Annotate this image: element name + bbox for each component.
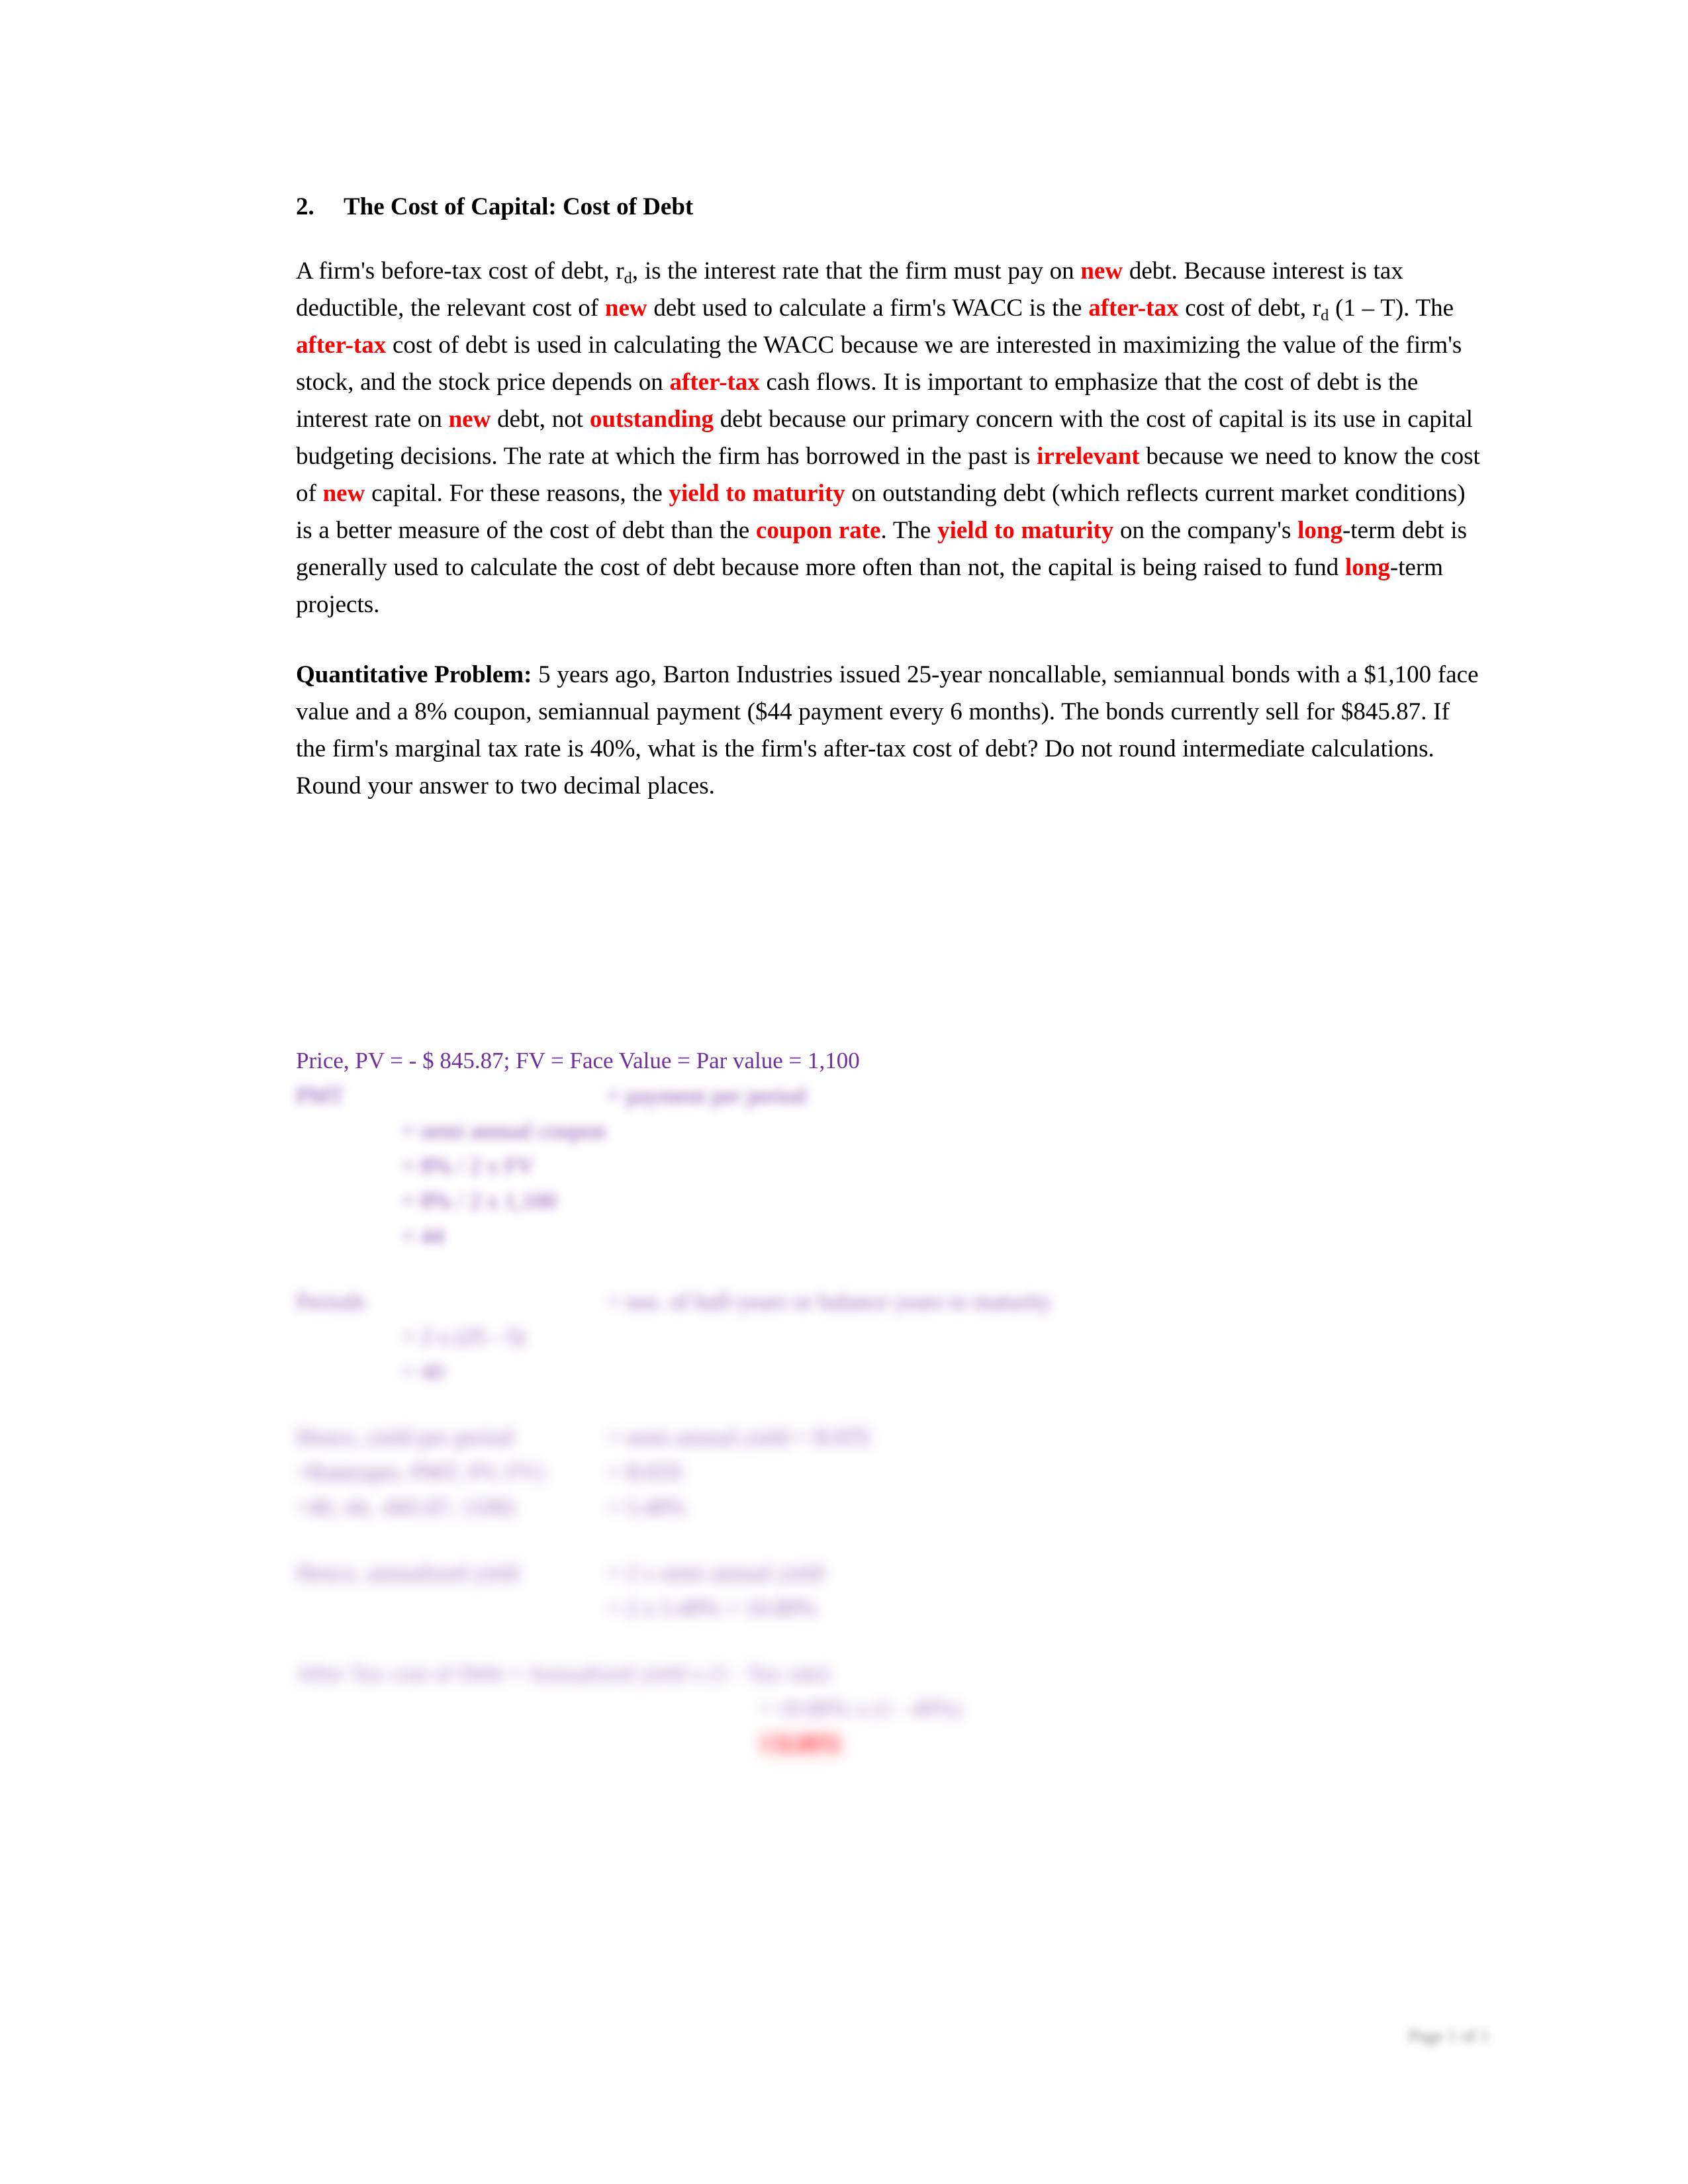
solution-price-line: Price, PV = - $ 845.87; FV = Face Value … bbox=[296, 1048, 860, 1073]
solution-pmt-line-0: = payment per period bbox=[607, 1083, 806, 1109]
solution-pmt-line-3: = 8% / 2 x 1,100 bbox=[402, 1188, 557, 1214]
solution-pmt-line-2: = 8% / 2 x FV bbox=[402, 1153, 534, 1179]
solution-after-tax-line-2: = 10.80% x (1 - 40%) bbox=[759, 1696, 962, 1721]
solution-group-pmt: PMT = payment per period = semi annual c… bbox=[296, 1078, 1487, 1253]
solution-periods-line-2: = 40 bbox=[402, 1359, 444, 1385]
final-answer-value: = 6.48% bbox=[759, 1731, 842, 1756]
solution-periods-label: Periods bbox=[296, 1289, 365, 1314]
heading-title: The Cost of Capital: Cost of Debt bbox=[344, 193, 694, 220]
heading-number: 2. bbox=[296, 193, 314, 220]
solution-pmt-first-row: PMT = payment per period bbox=[296, 1078, 1487, 1113]
solution-rate-right-0: = semi annual yield = RATE bbox=[607, 1424, 872, 1450]
solution-rate-row-0: Hence, yield per period = semi annual yi… bbox=[296, 1420, 1487, 1455]
solution-rate-right-2: = 5.40% bbox=[607, 1494, 686, 1520]
solution-pmt-label: PMT bbox=[296, 1083, 344, 1109]
document-page: 2. The Cost of Capital: Cost of Debt A f… bbox=[0, 0, 1688, 2184]
section-heading: 2. The Cost of Capital: Cost of Debt bbox=[296, 192, 1481, 222]
solution-final-answer: = 6.48% bbox=[296, 1726, 1487, 1761]
solution-pmt-line-1: = semi annual coupon bbox=[402, 1118, 606, 1144]
solution-periods-line-0: = nos. of half-years or balance years to… bbox=[607, 1289, 1052, 1314]
paragraph-cost-of-debt-definition: A firm's before-tax cost of debt, rd, is… bbox=[296, 257, 1480, 619]
solution-after-tax-line-1: After Tax cost of Debt = Annualized yiel… bbox=[296, 1661, 830, 1686]
document-body: 2. The Cost of Capital: Cost of Debt A f… bbox=[296, 192, 1481, 838]
solution-rate-left-1: =Rate(nper, PMT, PV, FV) bbox=[296, 1459, 544, 1485]
solution-annualized-left-0: Hence, annualized yield bbox=[296, 1560, 520, 1586]
solution-group-after-tax: After Tax cost of Debt = Annualized yiel… bbox=[296, 1656, 1487, 1761]
solution-periods-line-1: = 2 x (25 - 5) bbox=[402, 1324, 525, 1349]
solution-rate-right-1: = RATE bbox=[607, 1459, 684, 1485]
solution-group-annualized: Hence, annualized yield = 2 x semi annua… bbox=[296, 1555, 1487, 1625]
solution-rate-left-0: Hence, yield per period bbox=[296, 1424, 514, 1450]
solution-periods-first-row: Periods = nos. of half-years or balance … bbox=[296, 1284, 1487, 1319]
solution-group-periods: Periods = nos. of half-years or balance … bbox=[296, 1284, 1487, 1389]
solution-annualized-row-1: = 2 x 5.40% = 10.80% bbox=[296, 1590, 1487, 1625]
solution-rate-row-1: =Rate(nper, PMT, PV, FV) = RATE bbox=[296, 1455, 1487, 1490]
paragraph-quantitative-problem: Quantitative Problem: 5 years ago, Barto… bbox=[296, 661, 1479, 800]
solution-group-rate: Hence, yield per period = semi annual yi… bbox=[296, 1420, 1487, 1525]
solution-annualized-right-1: = 2 x 5.40% = 10.80% bbox=[607, 1595, 817, 1621]
page-footer: Page 1 of 1 bbox=[1408, 2026, 1489, 2046]
solution-pmt-line-4: = 44 bbox=[402, 1223, 444, 1249]
solution-block: Price, PV = - $ 845.87; FV = Face Value … bbox=[296, 1043, 1487, 1792]
solution-rate-left-2: =40, 44, -845.87, 1100) bbox=[296, 1494, 515, 1520]
solution-annualized-right-0: = 2 x semi annual yield bbox=[607, 1560, 824, 1586]
solution-annualized-row-0: Hence, annualized yield = 2 x semi annua… bbox=[296, 1555, 1487, 1590]
solution-annualized-left-1 bbox=[296, 1590, 607, 1625]
solution-rate-row-2: =40, 44, -845.87, 1100) = 5.40% bbox=[296, 1490, 1487, 1525]
